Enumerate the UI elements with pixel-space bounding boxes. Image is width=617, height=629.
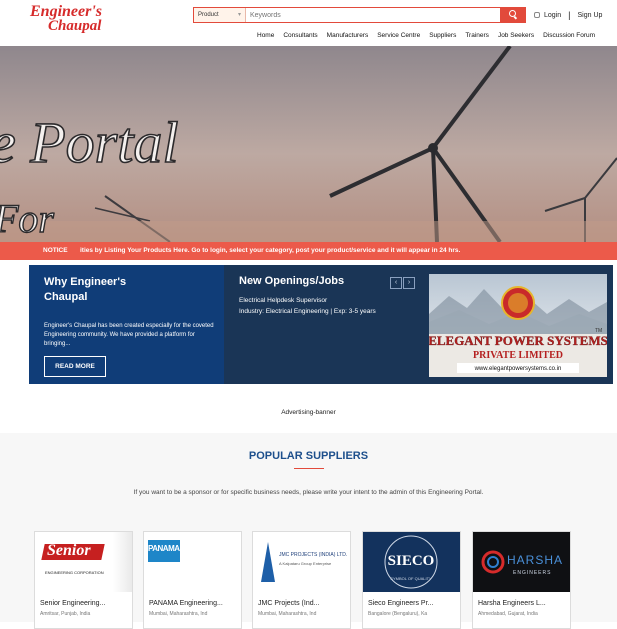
supplier-card[interactable]: SIECO SYMBOL OF QUALITY Sieco Engineers … xyxy=(362,531,461,629)
nav-job-seekers[interactable]: Job Seekers xyxy=(498,32,534,39)
harsha-logo-sub: ENGINEERS xyxy=(513,570,551,576)
nav-manufacturers[interactable]: Manufacturers xyxy=(327,32,369,39)
signup-link[interactable]: Sign Up xyxy=(577,12,602,19)
supplier-location: Amritsar, Punjab, India xyxy=(40,611,91,617)
ad-tm: TM xyxy=(595,328,602,334)
advertising-banner-label: Advertising-banner xyxy=(281,409,336,416)
jobs-title: New Openings/Jobs xyxy=(239,275,345,287)
jmc-logo-sub: A Kalpataru Group Enterprise xyxy=(279,561,332,566)
login-link[interactable]: Login xyxy=(544,12,561,19)
notice-bar: NOTICE ities by Listing Your Products He… xyxy=(0,242,617,260)
supplier-location: Mumbai, Maharashtra, Ind xyxy=(149,611,208,617)
site-logo[interactable]: Engineer's Chaupal xyxy=(30,4,110,36)
jobs-section: New Openings/Jobs ‹ › Electrical Helpdes… xyxy=(224,265,419,384)
search-input[interactable] xyxy=(246,8,500,22)
supplier-location: Ahmedabad, Gujarat, India xyxy=(478,611,538,617)
popular-suppliers-title: POPULAR SUPPLIERS xyxy=(248,450,369,462)
hero-subtitle-text: For xyxy=(0,196,54,241)
sieco-logo-sub: SYMBOL OF QUALITY xyxy=(390,576,432,581)
harsha-logo-text: HARSHA xyxy=(507,553,563,567)
supplier-name[interactable]: PANAMA Engineering... xyxy=(149,600,223,607)
panama-logo-text: PANAMA xyxy=(148,544,180,553)
site-header: Engineer's Chaupal Product ▾ Login | Sig… xyxy=(0,0,617,46)
supplier-name[interactable]: Senior Engineering... xyxy=(40,600,105,607)
sieco-logo-text: SIECO xyxy=(388,553,435,569)
supplier-logo: HARSHA ENGINEERS xyxy=(473,532,570,592)
supplier-logo: Senior ENGINEERING CORPORATION xyxy=(35,532,132,592)
search-icon xyxy=(509,10,516,17)
supplier-location: Mumbai, Maharashtra, Ind xyxy=(258,611,317,617)
search-bar: Product ▾ xyxy=(193,7,526,23)
notice-message[interactable]: ities by Listing Your Products Here. Go … xyxy=(80,242,460,260)
logo-line1: Engineer's xyxy=(30,3,103,20)
supplier-card[interactable]: HARSHA ENGINEERS Harsha Engineers L... A… xyxy=(472,531,571,629)
hero-image: e Portal For xyxy=(0,46,617,242)
jmc-logo-text: JMC PROJECTS (INDIA) LTD. xyxy=(279,552,347,558)
read-more-button[interactable]: READ MORE xyxy=(44,356,106,377)
search-button[interactable] xyxy=(500,7,526,23)
nav-suppliers[interactable]: Suppliers xyxy=(429,32,456,39)
lock-icon xyxy=(534,12,540,18)
notice-tag: NOTICE xyxy=(43,247,68,254)
sponsor-info: If you want to be a sponsor or for speci… xyxy=(133,489,484,496)
supplier-logo: PANAMA xyxy=(144,532,241,592)
search-category-value: Product xyxy=(198,12,219,18)
nav-service-centre[interactable]: Service Centre xyxy=(377,32,420,39)
why-section: Why Engineer's Chaupal Engineer's Chaupa… xyxy=(29,265,224,384)
why-title: Why Engineer's Chaupal xyxy=(44,276,127,303)
supplier-card[interactable]: Senior ENGINEERING CORPORATION Senior En… xyxy=(34,531,133,629)
nav-trainers[interactable]: Trainers xyxy=(465,32,489,39)
hero-title-text: e Portal xyxy=(0,110,178,175)
supplier-name[interactable]: JMC Projects (Ind... xyxy=(258,600,319,607)
supplier-name[interactable]: Harsha Engineers L... xyxy=(478,600,546,607)
search-category-select[interactable]: Product ▾ xyxy=(194,8,246,22)
why-body: Engineer's Chaupal has been created espe… xyxy=(44,323,214,347)
supplier-logo: SIECO SYMBOL OF QUALITY xyxy=(363,532,460,592)
jobs-next-button[interactable]: › xyxy=(403,277,415,289)
ad-company-name: ELEGANT POWER SYSTEMS xyxy=(429,333,607,348)
job-item-title[interactable]: Electrical Helpdesk Supervisor xyxy=(239,297,327,304)
supplier-card[interactable]: PANAMA PANAMA Engineering... Mumbai, Mah… xyxy=(143,531,242,629)
nav-home[interactable]: Home xyxy=(257,32,274,39)
supplier-name[interactable]: Sieco Engineers Pr... xyxy=(368,600,433,607)
ad-banner[interactable]: ELEGANT POWER SYSTEMS PRIVATE LIMITED TM… xyxy=(429,274,607,377)
senior-logo-sub: ENGINEERING CORPORATION xyxy=(45,570,104,575)
hero-banner: e Portal For xyxy=(0,46,617,242)
supplier-card[interactable]: JMC PROJECTS (INDIA) LTD. A Kalpataru Gr… xyxy=(252,531,351,629)
job-item-detail: Industry: Electrical Engineering | Exp: … xyxy=(239,308,376,315)
auth-links: Login | Sign Up xyxy=(534,10,602,20)
supplier-location: Bangalore (Bengaluru), Ka xyxy=(368,611,428,617)
jobs-prev-button[interactable]: ‹ xyxy=(390,277,402,289)
ad-company-suffix: PRIVATE LIMITED xyxy=(473,350,563,361)
auth-divider: | xyxy=(568,10,571,20)
nav-discussion-forum[interactable]: Discussion Forum xyxy=(543,32,595,39)
supplier-logo: JMC PROJECTS (INDIA) LTD. A Kalpataru Gr… xyxy=(253,532,350,592)
logo-line2: Chaupal xyxy=(48,18,102,34)
ad-website: www.elegantpowersystems.co.in xyxy=(474,366,562,372)
chevron-down-icon: ▾ xyxy=(237,12,241,18)
title-underline xyxy=(294,468,324,469)
senior-logo-text: Senior xyxy=(47,542,91,559)
ad-image: ELEGANT POWER SYSTEMS PRIVATE LIMITED TM… xyxy=(429,286,607,377)
nav-consultants[interactable]: Consultants xyxy=(283,32,317,39)
main-nav: Home Consultants Manufacturers Service C… xyxy=(257,32,604,39)
